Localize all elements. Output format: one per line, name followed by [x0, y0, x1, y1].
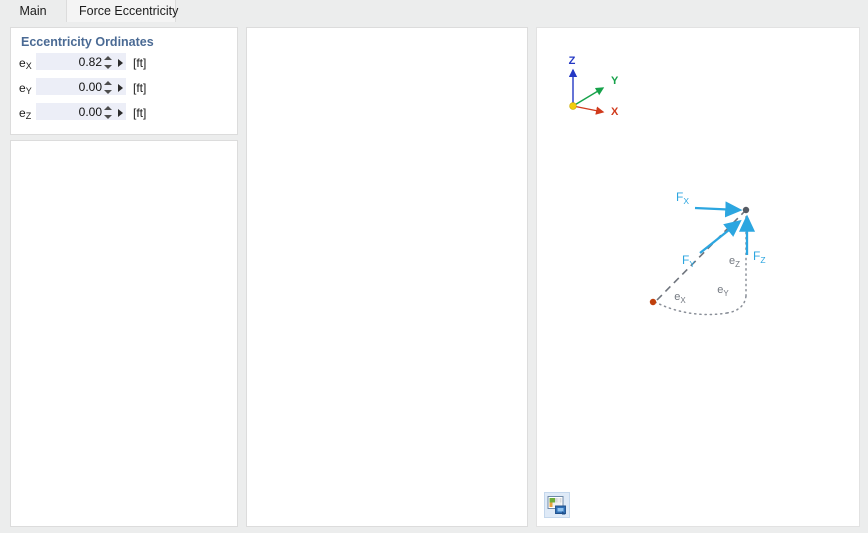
axis-x-label: X [611, 106, 619, 118]
unit-ey: [ft] [133, 81, 147, 95]
force-z-label: FZ [753, 249, 766, 265]
axis-x-line [572, 105, 605, 115]
picture-button[interactable] [544, 492, 570, 518]
middle-panel [246, 27, 528, 527]
eccentricity-ordinates-group: Eccentricity Ordinates eX 0.82 [ft] eY 0… [10, 27, 238, 135]
spinner-up-icon[interactable] [104, 81, 112, 85]
left-lower-panel [10, 140, 238, 527]
eccentricity-origin-dot [649, 298, 657, 306]
picker-arrow-icon[interactable] [118, 84, 123, 92]
dialog-window: Main Force Eccentricity Eccentricity Ord… [0, 0, 868, 533]
force-application-node-dot [742, 206, 750, 214]
eccentricity-y-label: eY [717, 284, 729, 298]
spinner-down-icon[interactable] [104, 115, 112, 119]
force-vectors: FX FY FZ [676, 190, 766, 269]
picker-arrow-icon[interactable] [118, 109, 123, 117]
tab-strip: Main Force Eccentricity [0, 0, 868, 23]
axis-y-label: Y [611, 75, 619, 87]
eccentricity-z-label: eZ [729, 255, 740, 269]
unit-ez: [ft] [133, 106, 147, 120]
input-ex[interactable]: 0.82 [35, 52, 127, 71]
input-ex-value: 0.82 [78, 55, 102, 69]
eccentricity-x-label: eX [674, 291, 686, 305]
tab-force-eccentricity[interactable]: Force Eccentricity [66, 0, 179, 22]
spinner-up-icon[interactable] [104, 106, 112, 110]
spinner-up-icon[interactable] [104, 56, 112, 60]
spinner-down-icon[interactable] [104, 90, 112, 94]
input-ey-value: 0.00 [78, 80, 102, 94]
axis-origin-dot [569, 102, 577, 110]
spinner-down-icon[interactable] [104, 65, 112, 69]
input-ey[interactable]: 0.00 [35, 77, 127, 96]
three-d-view-panel[interactable]: Z Y X FX FY FZ eX eY eZ [536, 27, 860, 527]
axis-triad: Z Y X [569, 55, 619, 118]
unit-ex: [ft] [133, 56, 147, 70]
tab-force-eccentricity-label: Force Eccentricity [79, 4, 179, 18]
tab-main-label: Main [19, 4, 47, 18]
label-ez: eZ [19, 106, 32, 121]
label-ex: eX [19, 56, 32, 71]
group-title: Eccentricity Ordinates [21, 35, 154, 49]
axis-y-line [572, 87, 605, 107]
field-row-ex: eX 0.82 [ft] [11, 52, 237, 74]
field-row-ey: eY 0.00 [ft] [11, 77, 237, 99]
picture-icon [547, 496, 566, 515]
label-ey: eY [19, 81, 32, 96]
axis-z-label: Z [569, 55, 576, 67]
picker-arrow-icon[interactable] [118, 59, 123, 67]
force-x-arrow [694, 201, 743, 218]
three-d-view-graphic: Z Y X FX FY FZ eX eY eZ [569, 55, 766, 316]
spinner-ex[interactable] [104, 55, 113, 70]
dialog-content: Eccentricity Ordinates eX 0.82 [ft] eY 0… [0, 22, 868, 533]
tab-main[interactable]: Main [6, 0, 60, 22]
input-ez[interactable]: 0.00 [35, 102, 127, 121]
eccentricity-x-dotted [654, 301, 728, 316]
eccentricity-y-dotted [726, 295, 747, 314]
spinner-ez[interactable] [104, 105, 113, 120]
force-x-label: FX [676, 190, 689, 206]
spinner-ey[interactable] [104, 80, 113, 95]
force-y-label: FY [682, 253, 695, 269]
field-row-ez: eZ 0.00 [ft] [11, 102, 237, 124]
input-ez-value: 0.00 [78, 105, 102, 119]
force-y-arrow [699, 219, 742, 254]
